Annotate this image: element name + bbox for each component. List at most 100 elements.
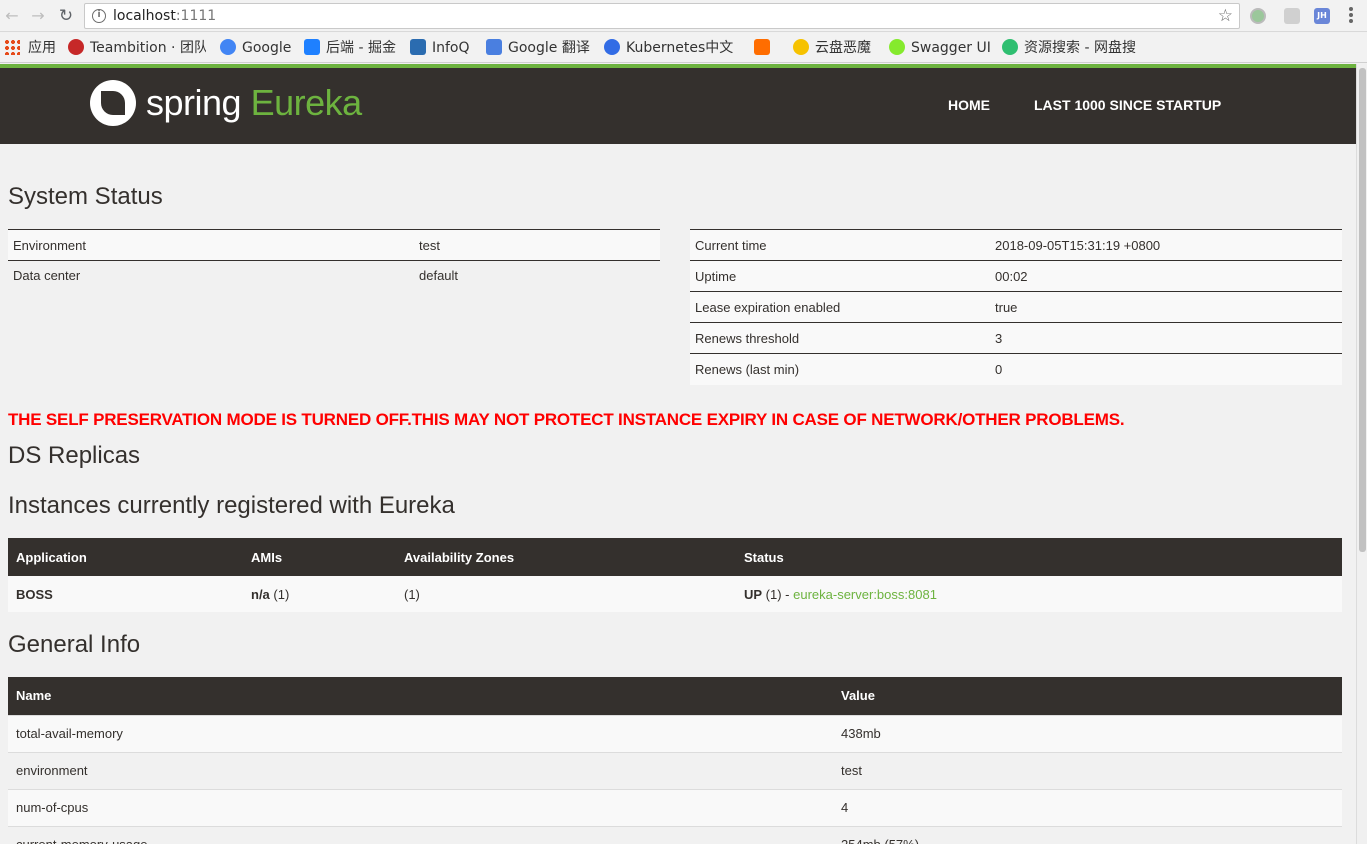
- info-name: num-of-cpus: [8, 788, 833, 826]
- bookmark-infoq[interactable]: InfoQ: [410, 38, 470, 58]
- google-icon: [220, 39, 236, 55]
- kubernetes-icon: [604, 39, 620, 55]
- table-row: environment test: [8, 751, 1342, 789]
- general-info-table: Name Value total-avail-memory 438mb envir…: [8, 677, 1342, 844]
- instance-link[interactable]: eureka-server:boss:8081: [793, 587, 937, 602]
- logo-word: spring: [146, 82, 242, 123]
- table-row: Renews threshold 3: [690, 322, 1342, 354]
- system-status-left-table: Environment test Data center default: [8, 229, 660, 292]
- bookmark-label: 后端 - 掘金: [326, 40, 396, 56]
- status-key: Uptime: [690, 260, 990, 292]
- reload-icon[interactable]: ↻: [56, 6, 76, 26]
- status-up: UP: [744, 586, 763, 602]
- status-key: Data center: [8, 260, 414, 292]
- table-row: total-avail-memory 438mb: [8, 714, 1342, 752]
- info-value: test: [833, 751, 1342, 789]
- column-header-amis: AMIs: [243, 538, 396, 576]
- bookmarks-bar: 应用 Teambition · 团队 Google 后端 - 掘金 InfoQ …: [0, 33, 1367, 63]
- browser-toolbar: ← → ↻ i localhost:1111 ☆ JH: [0, 0, 1367, 32]
- back-arrow-icon[interactable]: ←: [2, 6, 22, 26]
- site-info-icon[interactable]: i: [92, 9, 106, 23]
- bookmark-swagger[interactable]: Swagger UI: [889, 38, 991, 58]
- status-value: 0: [990, 353, 1342, 385]
- status-value: 00:02: [990, 260, 1342, 292]
- bookmark-teambition[interactable]: Teambition · 团队: [68, 38, 206, 58]
- bookmark-label: 云盘恶魔: [815, 40, 871, 56]
- table-row: Uptime 00:02: [690, 260, 1342, 292]
- status-key: Environment: [8, 229, 414, 261]
- teambition-icon: [68, 39, 84, 55]
- spring-leaf-logo-icon[interactable]: [90, 80, 136, 126]
- status-value: 2018-09-05T15:31:19 +0800: [990, 229, 1342, 261]
- nav-last-1000-link[interactable]: LAST 1000 SINCE STARTUP: [1034, 97, 1221, 113]
- bookmark-zhuan[interactable]: [754, 38, 776, 58]
- bookmark-label: 资源搜索 - 网盘搜: [1024, 40, 1136, 56]
- bookmark-google-translate[interactable]: Google 翻译: [486, 38, 590, 58]
- status-value: default: [414, 260, 660, 292]
- status-count: (1) -: [762, 586, 794, 602]
- table-row: Data center default: [8, 260, 660, 292]
- zhuan-icon: [754, 39, 770, 55]
- google-translate-icon: [486, 39, 502, 55]
- search-resource-icon: [1002, 39, 1018, 55]
- info-value: 4: [833, 788, 1342, 826]
- status-value: 3: [990, 322, 1342, 354]
- eureka-navbar: spring Eureka HOME LAST 1000 SINCE START…: [0, 68, 1356, 144]
- yunpan-icon: [793, 39, 809, 55]
- table-row: Lease expiration enabled true: [690, 291, 1342, 323]
- browser-menu-icon[interactable]: [1349, 7, 1353, 25]
- status-key: Current time: [690, 229, 990, 261]
- swagger-icon: [889, 39, 905, 55]
- self-preservation-warning: THE SELF PRESERVATION MODE IS TURNED OFF…: [8, 410, 1125, 429]
- bookmark-star-icon[interactable]: ☆: [1218, 6, 1233, 26]
- table-row: current-memory-usage254mb (57%): [8, 825, 1342, 844]
- url-host: localhost: [113, 8, 176, 24]
- extension-circle-icon[interactable]: [1250, 8, 1266, 24]
- column-header-name: Name: [8, 677, 833, 715]
- info-value: 438mb: [833, 714, 1342, 752]
- bookmark-resource-search[interactable]: 资源搜索 - 网盘搜: [1002, 38, 1142, 58]
- bookmark-label: Google: [242, 40, 292, 56]
- extension-jh-icon[interactable]: JH: [1314, 8, 1330, 24]
- address-bar[interactable]: i localhost:1111 ☆: [84, 3, 1240, 29]
- forward-arrow-icon[interactable]: →: [28, 6, 48, 26]
- logo-product: Eureka: [250, 82, 363, 123]
- table-row: num-of-cpus 4: [8, 788, 1342, 826]
- instances-table: Application AMIs Availability Zones Stat…: [8, 538, 1342, 612]
- zones-cell: (1): [396, 576, 736, 612]
- scrollbar-thumb[interactable]: [1359, 68, 1366, 552]
- status-key: Renews threshold: [690, 322, 990, 354]
- page-scrollbar[interactable]: [1356, 64, 1367, 844]
- bookmark-label: Kubernetes中文: [626, 40, 734, 56]
- bookmark-yunpan[interactable]: 云盘恶魔: [793, 38, 871, 58]
- ami-name: n/a: [251, 586, 270, 602]
- bookmark-label: InfoQ: [432, 40, 470, 56]
- bookmark-juejin[interactable]: 后端 - 掘金: [304, 38, 396, 58]
- extension-folder-icon[interactable]: [1284, 8, 1300, 24]
- infoq-icon: [410, 39, 426, 55]
- info-value: 254mb (57%): [833, 825, 1342, 844]
- bookmark-label: Google 翻译: [508, 40, 590, 56]
- address-url[interactable]: localhost:1111: [113, 8, 216, 24]
- column-header-value: Value: [833, 677, 1342, 715]
- apps-grid-icon: [4, 39, 20, 55]
- bookmark-apps[interactable]: 应用: [4, 38, 56, 58]
- info-name: environment: [8, 751, 833, 789]
- column-header-availability-zones: Availability Zones: [396, 538, 736, 576]
- juejin-icon: [304, 39, 320, 55]
- bookmark-label: 应用: [28, 40, 56, 56]
- brand-logo[interactable]: spring Eureka: [146, 80, 362, 126]
- table-header-row: Name Value: [8, 677, 1342, 715]
- bookmark-google[interactable]: Google: [220, 38, 291, 58]
- instances-heading: Instances currently registered with Eure…: [8, 492, 455, 519]
- nav-home-link[interactable]: HOME: [948, 97, 990, 113]
- bookmark-kubernetes[interactable]: Kubernetes中文: [604, 38, 742, 58]
- amis-cell: n/a (1): [243, 576, 396, 612]
- bookmark-label: Teambition · 团队: [90, 40, 206, 56]
- info-name: current-memory-usage: [8, 825, 833, 844]
- table-row: Current time 2018-09-05T15:31:19 +0800: [690, 229, 1342, 261]
- column-header-status: Status: [736, 538, 1342, 576]
- status-value: test: [414, 229, 660, 261]
- system-status-right-table: Current time 2018-09-05T15:31:19 +0800 Up…: [690, 229, 1342, 385]
- table-row: Renews (last min) 0: [690, 353, 1342, 385]
